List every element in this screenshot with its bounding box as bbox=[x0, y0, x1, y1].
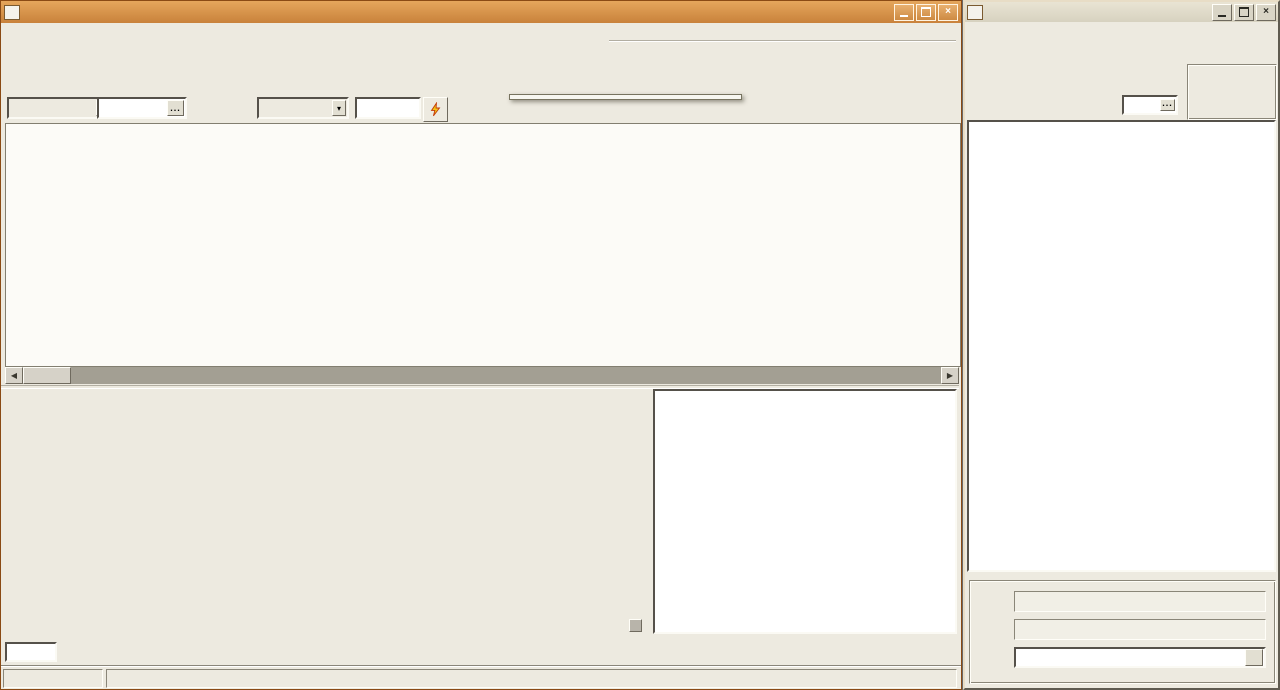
ellipsis-button[interactable] bbox=[167, 100, 184, 116]
minimize-icon bbox=[1218, 15, 1226, 17]
close-icon: × bbox=[1263, 7, 1269, 17]
main-window: × ▾ ▾ ◀ bbox=[0, 0, 962, 690]
report-list[interactable] bbox=[967, 120, 1276, 572]
minimize-button[interactable] bbox=[894, 4, 914, 21]
use-data-group bbox=[1187, 64, 1277, 120]
type-filter-input[interactable] bbox=[5, 642, 57, 662]
context-menu bbox=[509, 94, 742, 100]
maximize-icon bbox=[1239, 7, 1249, 17]
sort-select[interactable]: ▾ bbox=[257, 97, 349, 119]
app-icon bbox=[4, 5, 20, 20]
maximize-icon bbox=[921, 7, 931, 17]
search-go-button[interactable] bbox=[423, 97, 448, 122]
order-type-bar bbox=[5, 640, 61, 663]
arrow-left-icon: ◀ bbox=[11, 371, 17, 380]
report-typ-field[interactable] bbox=[1014, 619, 1266, 640]
print-window: × bbox=[963, 0, 1280, 690]
record-count-panel bbox=[3, 669, 103, 688]
close-icon: × bbox=[945, 7, 951, 17]
maximize-button[interactable] bbox=[916, 4, 936, 21]
scrollbar-track[interactable] bbox=[71, 367, 941, 384]
report-edit-group bbox=[969, 580, 1276, 684]
close-button[interactable]: × bbox=[938, 4, 958, 21]
print-minimize-button[interactable] bbox=[1212, 4, 1232, 21]
lightning-icon bbox=[428, 102, 443, 117]
desktop: × ▾ ▾ ◀ bbox=[0, 0, 1280, 690]
ellipsis-button[interactable] bbox=[1160, 99, 1175, 111]
print-title-bar[interactable]: × bbox=[965, 2, 1278, 22]
filter-value-input[interactable] bbox=[97, 97, 187, 119]
browse-button[interactable] bbox=[1245, 649, 1263, 666]
resize-grip[interactable] bbox=[629, 619, 642, 632]
print-maximize-button[interactable] bbox=[1234, 4, 1254, 21]
print-app-icon bbox=[967, 5, 983, 20]
orders-grid[interactable] bbox=[5, 123, 961, 367]
minimize-icon bbox=[900, 15, 908, 17]
report-soubor-field[interactable] bbox=[1014, 647, 1266, 668]
scroll-left-button[interactable]: ◀ bbox=[5, 367, 23, 384]
arrow-right-icon: ▶ bbox=[947, 371, 953, 380]
toolbar-groove bbox=[609, 40, 956, 42]
memo-panel[interactable] bbox=[653, 389, 957, 634]
main-title-bar[interactable]: × bbox=[1, 1, 961, 23]
chevron-down-icon[interactable]: ▾ bbox=[332, 100, 346, 116]
status-panel bbox=[106, 669, 957, 688]
search-input[interactable] bbox=[355, 97, 421, 119]
grid-hscrollbar[interactable]: ◀ ▶ bbox=[5, 367, 959, 384]
print-close-button[interactable]: × bbox=[1256, 4, 1276, 21]
statusbar-divider bbox=[1, 665, 961, 667]
report-popis-field[interactable] bbox=[1014, 591, 1266, 612]
scroll-right-button[interactable]: ▶ bbox=[941, 367, 959, 384]
scrollbar-thumb[interactable] bbox=[23, 367, 71, 384]
stat-input[interactable] bbox=[1122, 95, 1178, 115]
